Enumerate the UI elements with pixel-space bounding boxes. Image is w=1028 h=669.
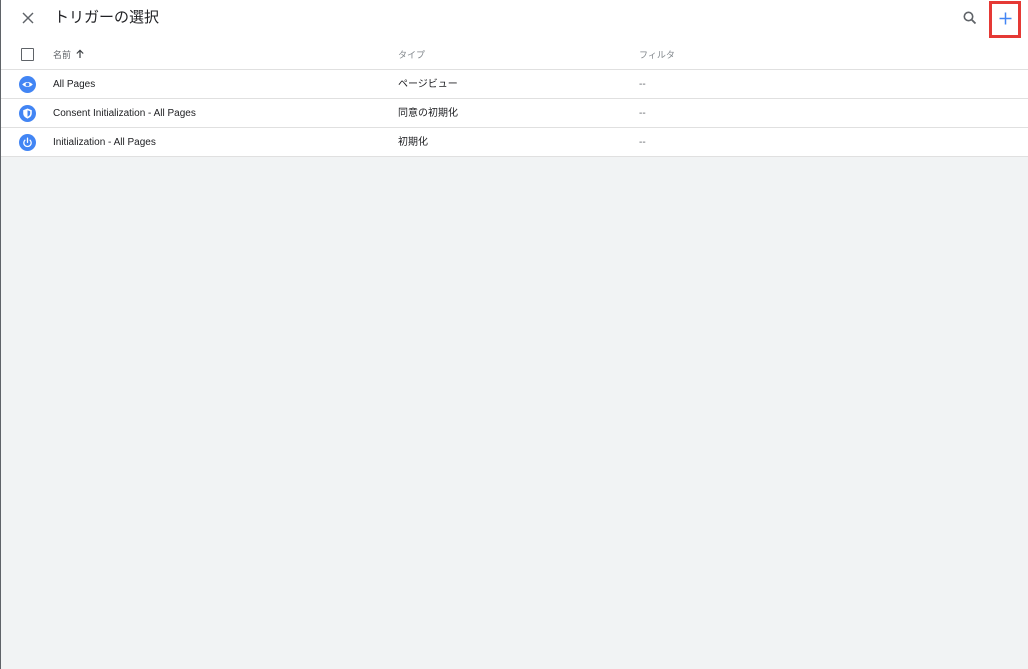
close-button[interactable] [19, 9, 37, 27]
dialog-title: トリガーの選択 [54, 9, 160, 26]
close-icon [22, 12, 34, 24]
row-filter: -- [639, 108, 646, 119]
shield-icon [19, 105, 36, 122]
arrow-up-icon[interactable] [75, 49, 85, 59]
table-header: 名前 タイプ フィルタ [1, 42, 1028, 70]
row-name: All Pages [53, 79, 96, 90]
table-row[interactable]: Initialization - All Pages 初期化 -- [1, 128, 1028, 157]
row-name: Consent Initialization - All Pages [53, 108, 196, 119]
plus-icon [999, 12, 1012, 25]
row-type: 同意の初期化 [398, 108, 458, 119]
table-row[interactable]: All Pages ページビュー -- [1, 70, 1028, 99]
trigger-select-panel: トリガーの選択 名前 タイプ フィルタ All Pages ページビュー -- … [1, 0, 1028, 157]
row-filter: -- [639, 137, 646, 148]
column-header-type[interactable]: タイプ [398, 49, 425, 61]
dialog-header: トリガーの選択 [1, 0, 1028, 38]
search-button[interactable] [961, 9, 979, 27]
column-header-name[interactable]: 名前 [53, 49, 71, 61]
add-trigger-button[interactable] [989, 1, 1021, 38]
row-type: 初期化 [398, 137, 428, 148]
column-header-filter[interactable]: フィルタ [639, 49, 675, 61]
power-icon [19, 134, 36, 151]
select-all-checkbox[interactable] [21, 48, 34, 61]
search-icon [963, 11, 977, 25]
row-filter: -- [639, 79, 646, 90]
eye-icon [19, 76, 36, 93]
row-type: ページビュー [398, 79, 458, 90]
table-row[interactable]: Consent Initialization - All Pages 同意の初期… [1, 99, 1028, 128]
row-name: Initialization - All Pages [53, 137, 156, 148]
